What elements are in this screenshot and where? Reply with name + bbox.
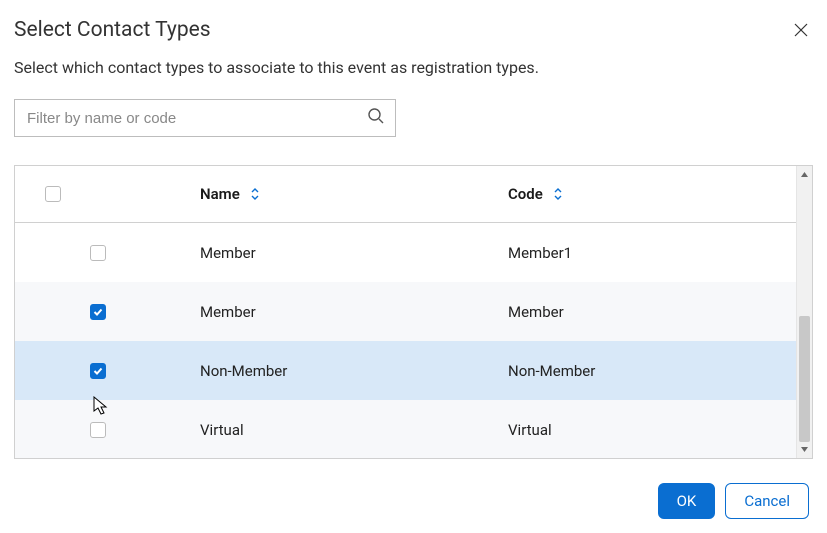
table-row[interactable]: MemberMember (15, 282, 796, 341)
row-checkbox-cell (15, 245, 200, 261)
row-code-cell: Non-Member (508, 362, 796, 380)
row-name-cell: Non-Member (200, 362, 508, 380)
row-checkbox[interactable] (90, 363, 106, 379)
column-header-name[interactable]: Name (200, 185, 508, 203)
row-name-cell: Virtual (200, 421, 508, 439)
cancel-button[interactable]: Cancel (725, 483, 809, 519)
close-icon (793, 22, 809, 38)
vertical-scrollbar[interactable] (796, 166, 813, 458)
row-code-cell: Virtual (508, 421, 796, 439)
select-contact-types-modal: Select Contact Types Select which contac… (0, 0, 827, 533)
modal-title: Select Contact Types (14, 18, 211, 42)
ok-button[interactable]: OK (658, 483, 716, 519)
table-row[interactable]: VirtualVirtual (15, 400, 796, 458)
row-name-cell: Member (200, 244, 508, 262)
row-checkbox[interactable] (90, 304, 106, 320)
filter-input[interactable] (25, 109, 367, 128)
scroll-down-arrow-icon[interactable] (797, 441, 812, 458)
close-button[interactable] (789, 18, 813, 42)
search-icon[interactable] (367, 107, 385, 129)
row-name-cell: Member (200, 303, 508, 321)
sort-icon (553, 187, 563, 201)
scrollbar-thumb[interactable] (799, 316, 810, 442)
modal-footer: OK Cancel (658, 483, 809, 519)
table-main: Name Code MemberMember1M (15, 166, 796, 458)
row-checkbox-cell (15, 304, 200, 320)
column-header-code-label: Code (508, 185, 543, 203)
row-checkbox[interactable] (90, 245, 106, 261)
modal-header: Select Contact Types (14, 18, 813, 58)
row-checkbox-cell (15, 363, 200, 379)
column-header-code[interactable]: Code (508, 185, 796, 203)
sort-icon (250, 187, 260, 201)
column-header-name-label: Name (200, 185, 240, 203)
table-body: MemberMember1MemberMemberNon-MemberNon-M… (15, 223, 796, 458)
header-select-all-cell (15, 186, 200, 202)
table-row[interactable]: MemberMember1 (15, 223, 796, 282)
table-row[interactable]: Non-MemberNon-Member (15, 341, 796, 400)
scroll-up-arrow-icon[interactable] (797, 166, 812, 183)
filter-container (14, 99, 396, 137)
modal-subtitle: Select which contact types to associate … (14, 58, 813, 77)
row-checkbox[interactable] (90, 422, 106, 438)
row-checkbox-cell (15, 422, 200, 438)
row-code-cell: Member1 (508, 244, 796, 262)
contact-types-table: Name Code MemberMember1M (14, 165, 813, 459)
row-code-cell: Member (508, 303, 796, 321)
select-all-checkbox[interactable] (45, 186, 61, 202)
table-header-row: Name Code (15, 166, 796, 223)
